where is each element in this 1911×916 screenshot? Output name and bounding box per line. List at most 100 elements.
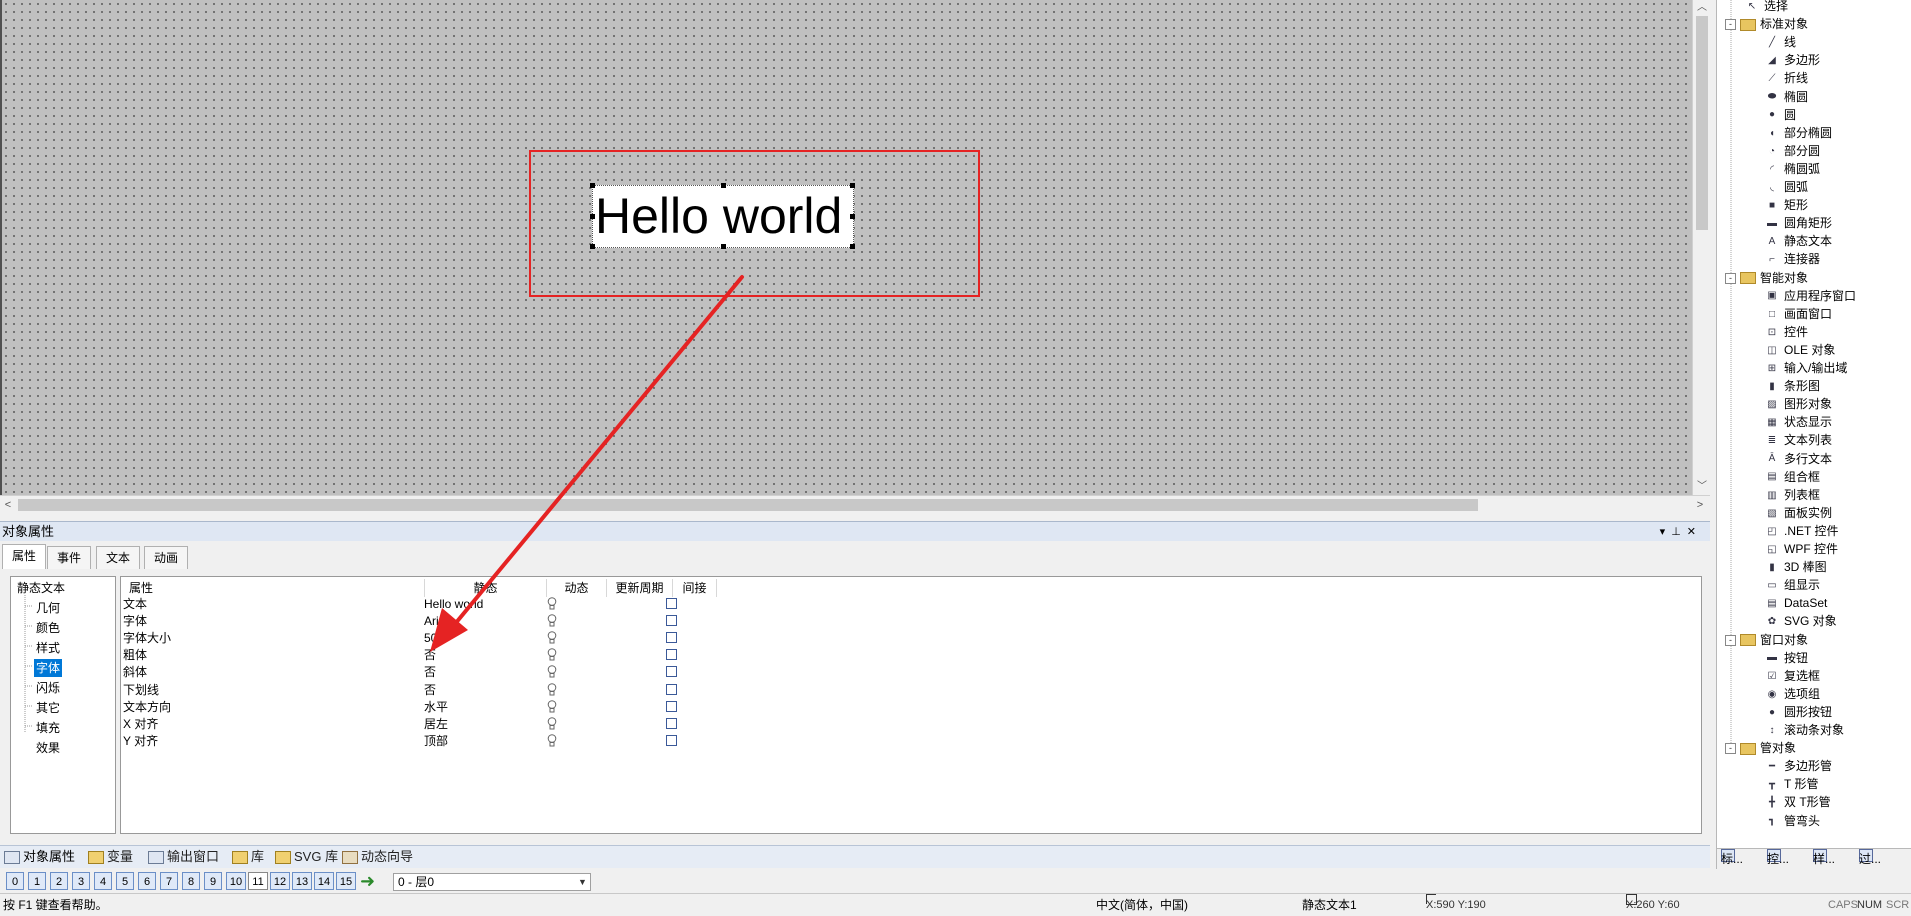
collapse-icon[interactable]: - <box>1725 634 1736 646</box>
tab-tags[interactable]: 变量 <box>88 846 133 868</box>
layer-select[interactable]: 0 - 层0 ▼ <box>393 873 591 891</box>
toolbox-item[interactable]: - 智能对象 <box>1725 269 1808 287</box>
toolbox-item[interactable]: ⊡ 控件 <box>1765 323 1808 341</box>
tree-item-style[interactable]: 样式 <box>36 639 60 657</box>
toolbox-item[interactable]: ● 圆形按钮 <box>1765 703 1832 721</box>
toolbox-item[interactable]: ▦ 状态显示 <box>1765 413 1832 431</box>
canvas-horizontal-scrollbar[interactable]: < > <box>0 495 1710 514</box>
tab-properties[interactable]: 属性 <box>2 544 47 569</box>
lightbulb-icon[interactable] <box>547 682 557 696</box>
indirect-checkbox[interactable] <box>666 717 677 729</box>
tree-item-font[interactable]: 字体 <box>34 659 63 677</box>
toolbox-item[interactable]: ▧ 面板实例 <box>1765 504 1832 522</box>
layer-button[interactable]: 12 <box>270 872 290 890</box>
toolbox-item[interactable]: ◱ WPF 控件 <box>1765 540 1838 558</box>
resize-handle[interactable] <box>850 214 855 219</box>
toolbox-item[interactable]: ◉ 选项组 <box>1765 685 1820 703</box>
tree-item-effects[interactable]: 效果 <box>36 739 60 757</box>
column-header-dynamic[interactable]: 动态 <box>547 579 607 597</box>
scroll-down-icon[interactable]: ﹀ <box>1693 479 1711 495</box>
collapse-icon[interactable]: - <box>1725 19 1736 31</box>
tab-events[interactable]: 事件 <box>47 546 92 569</box>
indirect-checkbox[interactable] <box>666 683 677 695</box>
tree-item-misc[interactable]: 其它 <box>36 699 60 717</box>
lightbulb-icon[interactable] <box>547 716 557 730</box>
resize-handle[interactable] <box>850 244 855 249</box>
toolbox-item[interactable]: ↕ 滚动条对象 <box>1765 721 1845 739</box>
resize-handle[interactable] <box>721 183 726 188</box>
panel-menu-icon[interactable]: ▾ <box>1660 526 1672 538</box>
tab-output-window[interactable]: 输出窗口 <box>148 846 219 868</box>
toolbox-item[interactable]: ⬬ 椭圆 <box>1765 88 1808 106</box>
layer-button[interactable]: 14 <box>314 872 334 890</box>
toolbox-item[interactable]: ◜ 椭圆弧 <box>1765 160 1820 178</box>
lightbulb-icon[interactable] <box>547 614 557 627</box>
toolbox-item[interactable]: ☑ 复选框 <box>1765 667 1821 685</box>
toolbox-item[interactable]: □ 画面窗口 <box>1765 305 1832 323</box>
toolbox-item[interactable]: ━ 多边形管 <box>1765 757 1832 775</box>
tree-item-color[interactable]: 颜色 <box>36 619 60 637</box>
indirect-checkbox[interactable] <box>666 615 677 627</box>
toolbox-item[interactable]: ◢ 多边形 <box>1765 51 1820 69</box>
layer-button[interactable]: 13 <box>292 872 312 890</box>
tree-item-geometry[interactable]: 几何 <box>36 599 60 617</box>
layer-button[interactable]: 10 <box>226 872 246 890</box>
layer-button[interactable]: 11 <box>248 872 268 890</box>
layer-button[interactable]: 3 <box>72 872 90 890</box>
tab-animation[interactable]: 动画 <box>144 546 189 569</box>
toolbox-item[interactable]: ▬ 按钮 <box>1765 649 1808 667</box>
tree-item-fill[interactable]: 填充 <box>36 719 60 737</box>
layer-button[interactable]: 15 <box>336 872 356 890</box>
scrollbar-thumb[interactable] <box>18 499 1478 511</box>
indirect-checkbox[interactable] <box>666 700 677 712</box>
toolbox-item[interactable]: ↖ 选择 <box>1745 0 1788 15</box>
property-static-value[interactable]: 顶部 <box>424 731 448 751</box>
toolbox-item[interactable]: - 管对象 <box>1725 739 1796 757</box>
toolbox-item[interactable]: ◔ 部分圆 <box>1765 142 1820 160</box>
toolbox-item[interactable]: ▭ 组显示 <box>1765 576 1820 594</box>
resize-handle[interactable] <box>590 183 595 188</box>
go-arrow-icon[interactable]: ➜ <box>360 871 378 891</box>
indirect-checkbox[interactable] <box>666 666 677 678</box>
tab-dynamic-wizard[interactable]: 动态向导 <box>342 846 413 868</box>
layer-button[interactable]: 0 <box>6 872 24 890</box>
toolbox-item[interactable]: ╋ 双 T形管 <box>1765 793 1831 811</box>
lightbulb-icon[interactable] <box>547 648 557 661</box>
resize-handle[interactable] <box>590 214 595 219</box>
toolbox-item[interactable]: ■ 矩形 <box>1765 196 1808 214</box>
toolbox-item[interactable]: ◖ 部分椭圆 <box>1765 124 1832 142</box>
toolbox-item[interactable]: ▥ 列表框 <box>1765 486 1820 504</box>
tab-library[interactable]: 库 <box>232 846 264 868</box>
collapse-icon[interactable]: - <box>1725 743 1736 755</box>
toolbox-item[interactable]: ▤ 组合框 <box>1765 468 1820 486</box>
tree-item-flashing[interactable]: 闪烁 <box>36 679 60 697</box>
toolbox-item[interactable]: ▣ 应用程序窗口 <box>1765 287 1856 305</box>
scrollbar-thumb[interactable] <box>1696 16 1708 230</box>
close-icon[interactable]: ✕ <box>1687 526 1702 538</box>
toolbox-item[interactable]: ┳ T 形管 <box>1765 775 1818 793</box>
column-header-update-cycle[interactable]: 更新周期 <box>607 579 673 597</box>
toolbox-item[interactable]: ⟋ 折线 <box>1765 69 1809 87</box>
scroll-up-icon[interactable]: ︿ <box>1693 0 1711 16</box>
layer-button[interactable]: 8 <box>182 872 200 890</box>
resize-handle[interactable] <box>590 244 595 249</box>
layer-button[interactable]: 6 <box>138 872 156 890</box>
toolbox-item[interactable]: A 静态文本 <box>1765 232 1832 250</box>
resize-handle[interactable] <box>850 183 855 188</box>
toolbox-item[interactable]: ● 圆 <box>1765 106 1796 124</box>
layer-button[interactable]: 7 <box>160 872 178 890</box>
scroll-right-icon[interactable]: > <box>1692 496 1708 514</box>
toolbox-item[interactable]: ╱ 线 <box>1765 33 1796 51</box>
canvas-vertical-scrollbar[interactable]: ︿ ﹀ <box>1692 0 1711 495</box>
collapse-icon[interactable]: - <box>1725 272 1736 284</box>
layer-button[interactable]: 9 <box>204 872 222 890</box>
toolbox-item[interactable]: - 标准对象 <box>1725 15 1808 33</box>
toolbox-item[interactable]: ⌐ 连接器 <box>1765 250 1820 268</box>
lightbulb-icon[interactable] <box>547 699 557 713</box>
column-header-indirect[interactable]: 间接 <box>673 579 717 597</box>
toolbox-item[interactable]: Ā 多行文本 <box>1765 450 1832 468</box>
toolbox-item[interactable]: ◫ OLE 对象 <box>1765 341 1835 359</box>
pin-icon[interactable]: ⊥ <box>1671 526 1687 538</box>
toolbox-item[interactable]: ▬ 圆角矩形 <box>1765 214 1832 232</box>
indirect-checkbox[interactable] <box>666 734 677 746</box>
